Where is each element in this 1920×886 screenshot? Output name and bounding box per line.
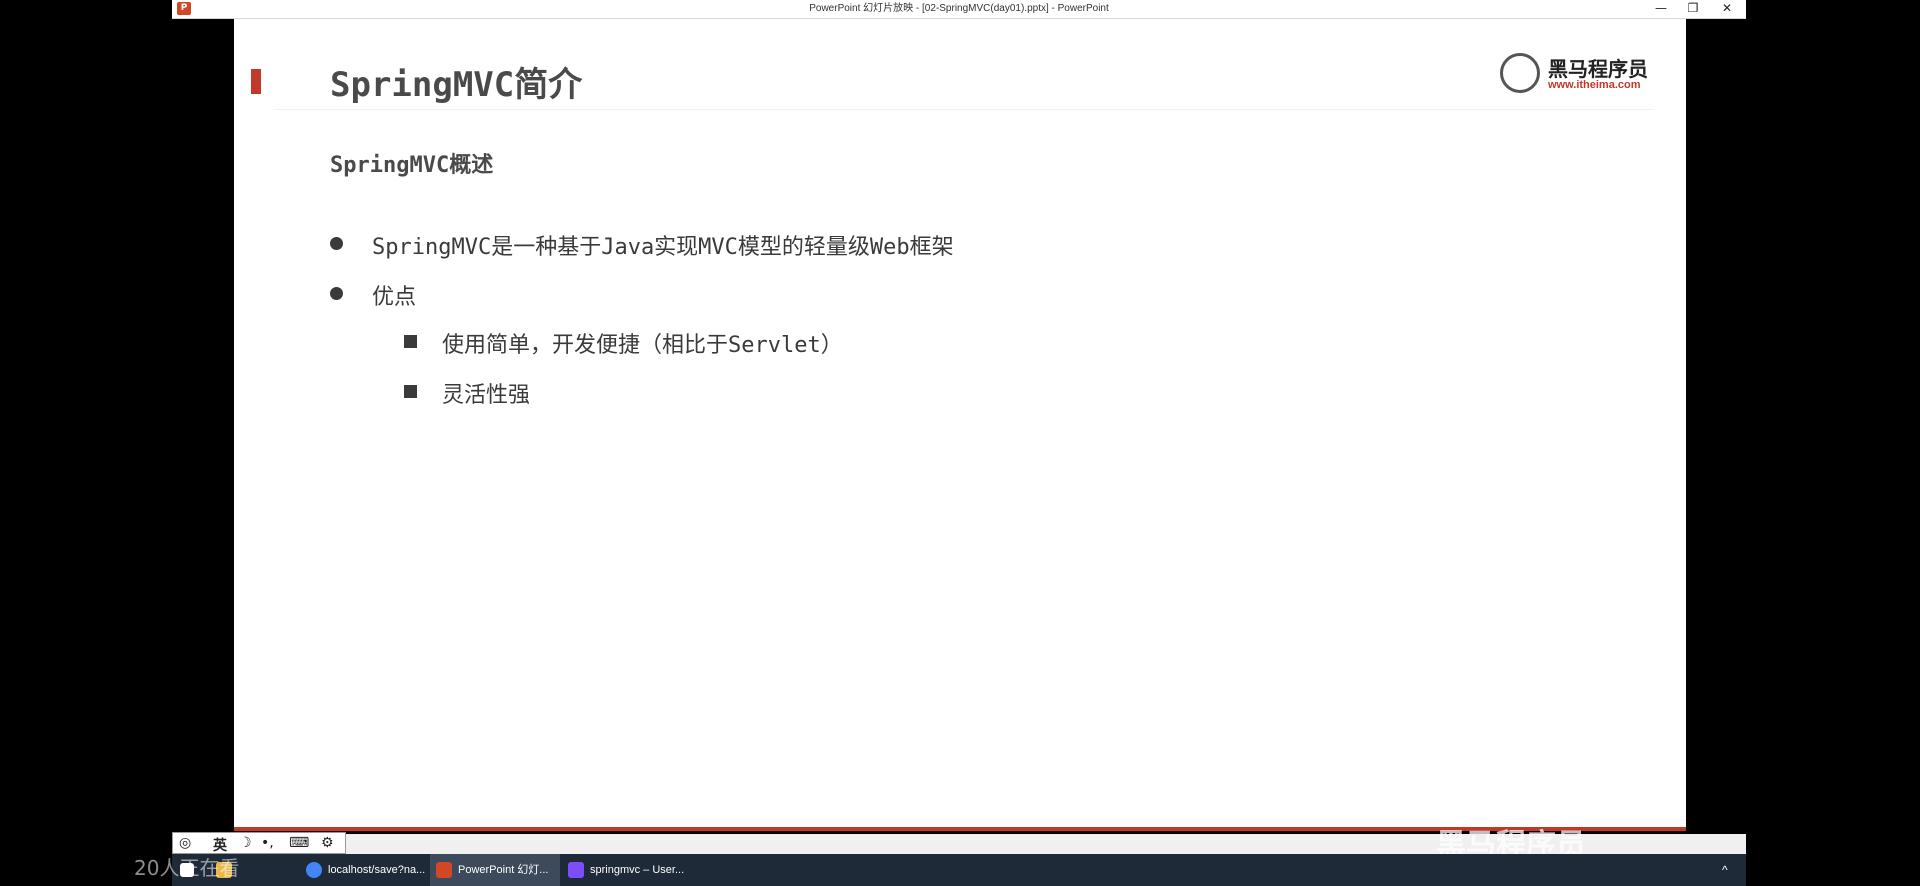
taskbar-item-chrome[interactable]: localhost/save?na... <box>300 854 430 886</box>
bullet-text: SpringMVC是一种基于Java实现MVC模型的轻量级Web框架 <box>372 235 954 260</box>
punctuation-icon[interactable]: •, <box>261 835 274 851</box>
window-titlebar: PowerPoint 幻灯片放映 - [02-SpringMVC(day01).… <box>172 0 1746 19</box>
viewer-count-overlay: 20人正在看 <box>134 856 240 880</box>
chrome-icon <box>306 862 322 879</box>
close-button[interactable]: ✕ <box>1712 0 1742 18</box>
slide-canvas[interactable]: SpringMVC简介 黑马程序员 www.itheima.com Spring… <box>234 19 1686 831</box>
sub-bullet-text: 灵活性强 <box>442 383 531 408</box>
slide-title: SpringMVC简介 <box>330 65 583 105</box>
ime-logo-icon[interactable]: ◎ <box>179 835 191 851</box>
chevron-up-icon[interactable]: ^ <box>1722 854 1728 886</box>
sub-bullet-text: 使用简单，开发便捷（相比于Servlet） <box>442 333 843 358</box>
taskbar-item-label: springmvc – User... <box>590 864 685 876</box>
brand-logo: 黑马程序员 www.itheima.com <box>1500 51 1660 101</box>
bullet-dot-icon <box>330 287 343 300</box>
taskbar-item-label: localhost/save?na... <box>328 864 426 876</box>
taskbar-item-powerpoint[interactable]: PowerPoint 幻灯... <box>430 854 560 886</box>
bullet-dot-icon <box>330 237 343 250</box>
minimize-button[interactable]: — <box>1646 0 1676 18</box>
bullet-square-icon <box>404 335 417 348</box>
keyboard-icon[interactable]: ⌨ <box>289 835 309 851</box>
ime-toolbar[interactable]: ◎ 英 ☽ •, ⌨ ⚙ <box>172 832 346 854</box>
logo-url: www.itheima.com <box>1548 79 1641 91</box>
logo-name: 黑马程序员 <box>1548 57 1648 81</box>
bullet-text: 优点 <box>372 285 417 310</box>
section-subtitle: SpringMVC概述 <box>330 153 494 178</box>
window-title: PowerPoint 幻灯片放映 - [02-SpringMVC(day01).… <box>809 3 1109 14</box>
powerpoint-icon: P <box>177 2 191 15</box>
gear-icon[interactable]: ⚙ <box>321 835 334 851</box>
taskbar-item-label: PowerPoint 幻灯... <box>458 864 549 876</box>
restore-button[interactable]: ❐ <box>1678 0 1708 18</box>
intellij-icon <box>568 862 584 879</box>
bullet-square-icon <box>404 385 417 398</box>
title-divider <box>274 109 1654 110</box>
powerpoint-icon <box>436 862 452 879</box>
taskbar-item-intellij[interactable]: springmvc – User... <box>562 854 692 886</box>
title-accent-bar <box>251 69 261 94</box>
taskbar: localhost/save?na... PowerPoint 幻灯... sp… <box>172 854 1746 886</box>
moon-icon[interactable]: ☽ <box>239 835 252 851</box>
horse-logo-icon <box>1500 53 1540 93</box>
